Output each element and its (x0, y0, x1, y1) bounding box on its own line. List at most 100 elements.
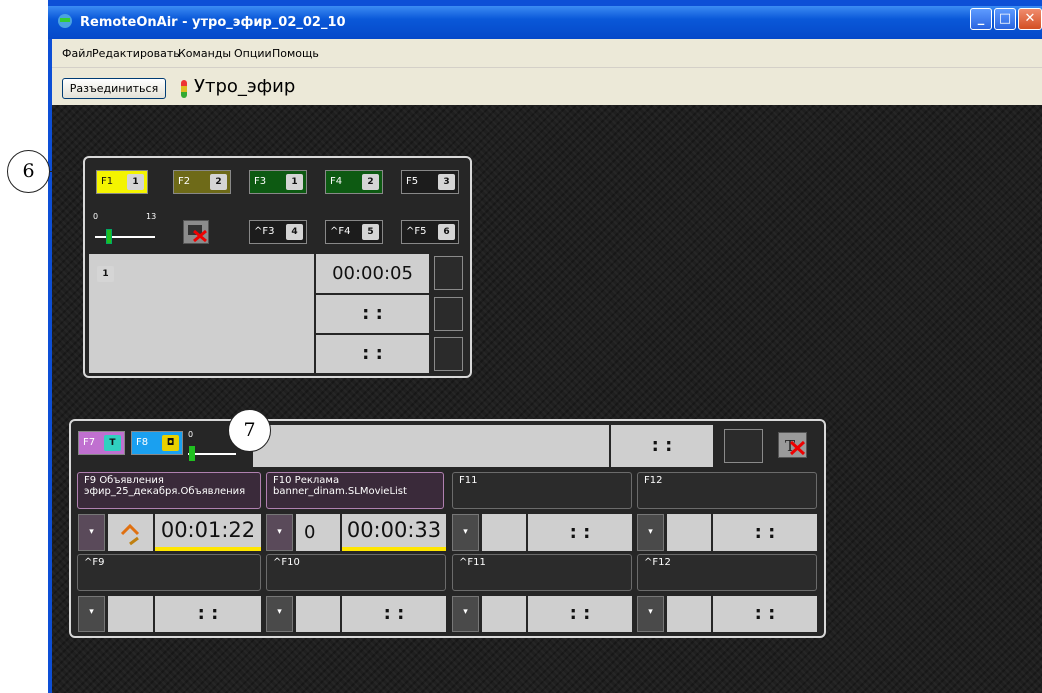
maximize-button[interactable]: □ (994, 8, 1016, 30)
playlist-title-field (253, 425, 609, 467)
f1-button[interactable]: F1 1 (96, 170, 148, 194)
f2-button[interactable]: F2 2 (173, 170, 231, 194)
callout-6: 6 (7, 150, 50, 193)
f10-file: banner_dinam.SLMovieList (273, 486, 407, 497)
f9-progress-bar (155, 547, 261, 551)
f10-count: 0 (296, 514, 340, 551)
f1-label: F1 (101, 176, 114, 187)
ctrl-f12-time: : : (713, 596, 817, 632)
overlay-4-icon: 4 (286, 224, 303, 240)
f3-label: F3 (254, 176, 267, 187)
f3-button[interactable]: F3 1 (249, 170, 307, 194)
logo-1-icon: 1 (127, 174, 144, 190)
slider-min-label: 0 (93, 212, 99, 221)
ctrl-f10-key: ^F10 (273, 557, 300, 568)
f12-slot-label[interactable]: F12 (637, 472, 817, 509)
overlay-3-icon: 3 (438, 174, 455, 190)
minimize-button[interactable]: _ (970, 8, 992, 30)
f7-label: F7 (83, 437, 96, 448)
ctrl-f10-dropdown[interactable]: ▾ (266, 596, 293, 632)
f9-file: эфир_25_декабря.Объявления (84, 486, 246, 497)
ctrl-f12-key: ^F12 (644, 557, 671, 568)
f2-label: F2 (178, 176, 191, 187)
loop-icon: ◘ (162, 435, 179, 451)
ctrl-f11-count (482, 596, 526, 632)
menu-options[interactable]: Опции (234, 47, 272, 60)
ctrl-f9-time: : : (155, 596, 261, 632)
disconnect-button[interactable]: Разъединиться (62, 78, 166, 99)
f10-slot-label[interactable]: F10 Реклама banner_dinam.SLMovieList (266, 472, 444, 509)
f11-slot-label[interactable]: F11 (452, 472, 632, 509)
f8-button[interactable]: F8 ◘ (131, 431, 183, 455)
ctrl-f12-dropdown[interactable]: ▾ (637, 596, 664, 632)
f10-progress-bar (342, 547, 446, 551)
ctrl-f10-count (296, 596, 340, 632)
overlay-2-icon: 2 (362, 174, 379, 190)
f8-slider-thumb[interactable] (189, 446, 195, 461)
ctrl-f3-button[interactable]: ^F3 4 (249, 220, 307, 244)
overlay-5-icon: 5 (362, 224, 379, 240)
f9-key: F9 (84, 475, 97, 486)
ctrl-f4-button[interactable]: ^F4 5 (325, 220, 383, 244)
timer-1: 00:00:05 (316, 254, 429, 293)
timer-2: : : (316, 295, 429, 333)
timer-2-button[interactable] (434, 297, 463, 331)
overlay-1-icon: 1 (286, 174, 303, 190)
title-bar[interactable]: RemoteOnAir - утро_эфир_02_02_10 (48, 6, 1042, 39)
ctrl-f10-time: : : (342, 596, 446, 632)
playlist-status-button[interactable] (724, 429, 763, 463)
menu-help[interactable]: Помощь (272, 47, 319, 60)
menu-file[interactable]: Файл (62, 47, 92, 60)
f10-time: 00:00:33 (342, 514, 446, 551)
f7-button[interactable]: F7 T (78, 431, 125, 455)
f12-count (667, 514, 711, 551)
f9-dropdown[interactable]: ▾ (78, 514, 105, 551)
f11-count (482, 514, 526, 551)
ctrl-f11-slot-label[interactable]: ^F11 (452, 554, 632, 591)
layer-slider-thumb[interactable] (106, 229, 112, 244)
ctrl-f10-slot-label[interactable]: ^F10 (266, 554, 446, 591)
f12-time: : : (713, 514, 817, 551)
traffic-light-icon (181, 80, 187, 98)
close-button[interactable]: ✕ (1018, 8, 1042, 30)
timer-3-button[interactable] (434, 337, 463, 371)
f5-button[interactable]: F5 3 (401, 170, 459, 194)
preview-area: 1 (89, 254, 314, 373)
menu-commands[interactable]: Команды (178, 47, 231, 60)
logo-2-icon: 2 (210, 174, 227, 190)
ctrl-f9-slot-label[interactable]: ^F9 (77, 554, 261, 591)
f5-label: F5 (406, 176, 419, 187)
timer-3: : : (316, 335, 429, 373)
ctrl-f5-button[interactable]: ^F5 6 (401, 220, 459, 244)
ctrl-f9-key: ^F9 (84, 557, 105, 568)
logo-preview-icon: 1 (97, 266, 114, 282)
ctrl-f11-time: : : (528, 596, 632, 632)
callout-7: 7 (228, 409, 271, 452)
ctrl-f3-label: ^F3 (254, 226, 275, 237)
f10-time-text: 00:00:33 (346, 518, 442, 542)
f9-time-text: 00:01:22 (160, 518, 256, 542)
playlist-time: : : (611, 425, 713, 467)
ctrl-f12-count (667, 596, 711, 632)
menu-edit[interactable]: Редактировать (92, 47, 180, 60)
ctrl-f4-label: ^F4 (330, 226, 351, 237)
profile-name: Утро_эфир (194, 76, 296, 97)
f11-dropdown[interactable]: ▾ (452, 514, 479, 551)
ctrl-f12-slot-label[interactable]: ^F12 (637, 554, 817, 591)
clear-title-icon[interactable]: T (778, 432, 807, 458)
f9-slot-label[interactable]: F9 Объявления эфир_25_декабря.Объявления (77, 472, 261, 509)
ctrl-f11-key: ^F11 (459, 557, 486, 568)
overlay-6-icon: 6 (438, 224, 455, 240)
clear-graphics-icon[interactable] (183, 220, 209, 244)
ctrl-f9-dropdown[interactable]: ▾ (78, 596, 105, 632)
f11-key: F11 (459, 475, 478, 486)
f4-label: F4 (330, 176, 343, 187)
f4-button[interactable]: F4 2 (325, 170, 383, 194)
slider-max-label: 13 (146, 212, 157, 221)
layer-slider-track (95, 236, 155, 238)
ctrl-f5-label: ^F5 (406, 226, 427, 237)
timer-1-button[interactable] (434, 256, 463, 290)
f10-dropdown[interactable]: ▾ (266, 514, 293, 551)
ctrl-f11-dropdown[interactable]: ▾ (452, 596, 479, 632)
f12-dropdown[interactable]: ▾ (637, 514, 664, 551)
